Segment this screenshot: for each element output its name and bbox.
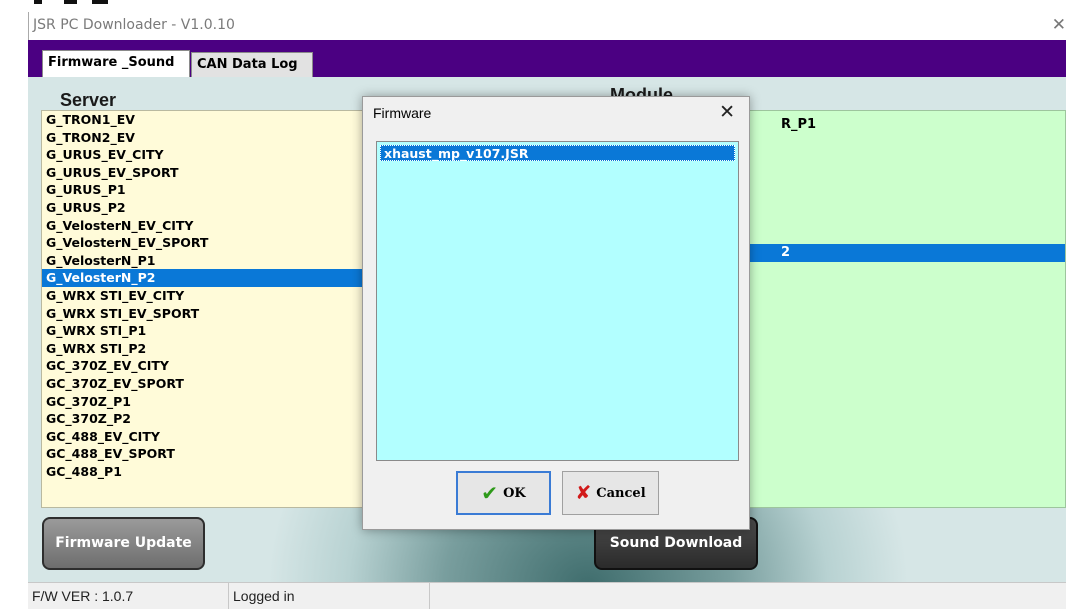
server-list-item[interactable]: G_WRX STI_EV_SPORT [42,305,365,323]
firmware-dialog: Firmware ✕ xhaust_mp_v107.JSR ✔ OK ✘ Can… [362,96,750,530]
server-list-item[interactable]: G_URUS_P2 [42,199,365,217]
server-list-item[interactable]: G_VelosterN_EV_CITY [42,217,365,235]
server-list-item[interactable]: G_TRON2_EV [42,129,365,147]
tab-firmware-sound[interactable]: Firmware _Sound [42,50,190,77]
server-list-item[interactable]: GC_370Z_P1 [42,393,365,411]
module-list[interactable]: R_P1 2 [746,110,1066,508]
status-bar: F/W VER : 1.0.7 Logged in [28,582,1066,609]
server-list[interactable]: G_TRON1_EV G_TRON2_EV G_URUS_EV_CITY G_U… [41,110,366,508]
strip-mark [34,0,42,4]
server-list-item-selected[interactable]: G_VelosterN_P2 [42,269,365,287]
firmware-file-list[interactable]: xhaust_mp_v107.JSR [376,141,739,461]
cancel-button-label: Cancel [596,485,646,501]
server-list-item[interactable]: G_VelosterN_EV_SPORT [42,234,365,252]
x-mark-icon: ✘ [575,482,592,504]
server-list-item[interactable]: GC_488_EV_CITY [42,428,365,446]
tab-bar: Firmware _Sound CAN Data Log [28,40,1066,77]
dialog-title: Firmware [373,105,432,121]
server-list-item[interactable]: G_WRX STI_EV_CITY [42,287,365,305]
server-list-item[interactable]: GC_488_P1 [42,463,365,481]
checkmark-icon: ✔ [481,481,499,505]
status-login: Logged in [229,583,430,609]
server-list-item[interactable]: GC_488_EV_SPORT [42,445,365,463]
module-list-item[interactable]: R_P1 [781,116,816,134]
dialog-close-icon[interactable]: ✕ [719,101,735,123]
window-close-icon[interactable]: ✕ [1052,15,1066,35]
server-list-item[interactable]: G_URUS_EV_CITY [42,146,365,164]
cancel-button[interactable]: ✘ Cancel [562,471,659,515]
firmware-update-button[interactable]: Firmware Update [42,517,205,570]
firmware-file-item-selected[interactable]: xhaust_mp_v107.JSR [380,145,735,161]
server-list-item[interactable]: GC_370Z_EV_SPORT [42,375,365,393]
server-list-item[interactable]: G_VelosterN_P1 [42,252,365,270]
server-list-item[interactable]: G_URUS_P1 [42,181,365,199]
window-title: JSR PC Downloader - V1.0.10 [33,17,235,33]
server-list-item[interactable]: G_URUS_EV_SPORT [42,164,365,182]
server-list-item[interactable]: GC_370Z_EV_CITY [42,357,365,375]
server-heading: Server [60,90,117,110]
module-list-item-selected[interactable]: 2 [747,244,1065,262]
strip-mark [92,0,108,4]
server-list-item[interactable]: G_WRX STI_P2 [42,340,365,358]
ok-button-label: OK [503,485,526,501]
strip-mark [64,0,77,4]
status-fw-version: F/W VER : 1.0.7 [28,583,229,609]
title-bar: JSR PC Downloader - V1.0.10 ✕ [28,12,1066,40]
server-list-item[interactable]: G_WRX STI_P1 [42,322,365,340]
tab-can-data-log[interactable]: CAN Data Log [191,52,313,77]
server-list-item[interactable]: G_TRON1_EV [42,111,365,129]
ok-button[interactable]: ✔ OK [456,471,551,515]
server-list-item[interactable]: GC_370Z_P2 [42,410,365,428]
background-window-strip [0,0,1066,12]
